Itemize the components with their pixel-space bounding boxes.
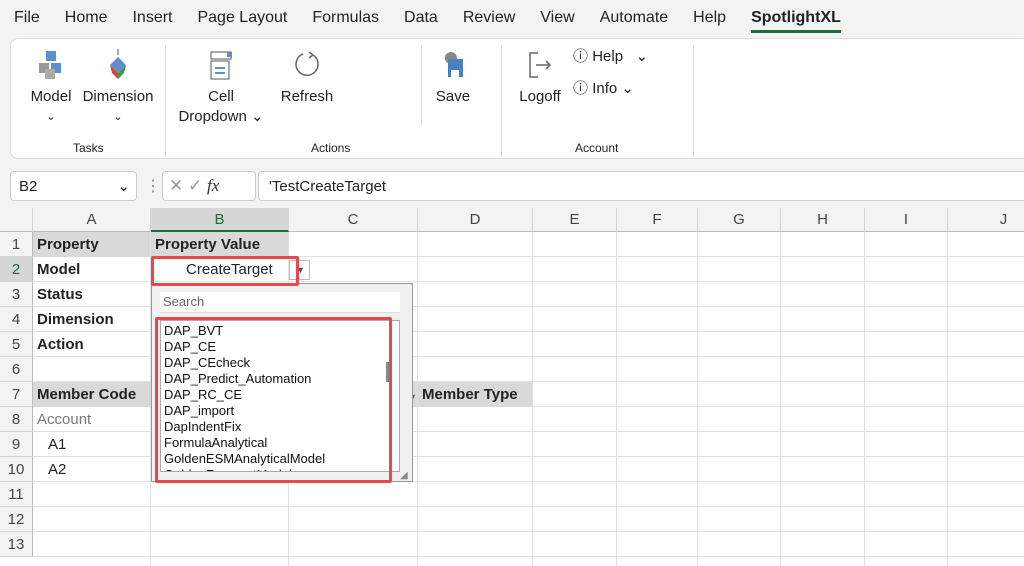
cell-A4[interactable]: Dimension: [33, 307, 150, 332]
chevron-down-icon[interactable]: ⌄: [117, 177, 130, 195]
dropdown-search-input[interactable]: Search: [160, 292, 400, 313]
tab-page-layout[interactable]: Page Layout: [197, 9, 287, 27]
column-header-G[interactable]: G: [698, 208, 781, 232]
cell-B1[interactable]: Property Value: [151, 232, 288, 257]
row-header-5[interactable]: 5: [0, 332, 33, 357]
row-header-9[interactable]: 9: [0, 432, 33, 457]
row-header-6[interactable]: 6: [0, 357, 33, 382]
column-header-F[interactable]: F: [617, 208, 698, 232]
row-header-13[interactable]: 13: [0, 532, 33, 557]
cell-dropdown-button[interactable]: Cell Dropdown ⌄: [175, 49, 267, 127]
cell-dropdown-icon: [210, 51, 232, 80]
cell-A8[interactable]: Account: [33, 407, 150, 432]
refresh-icon: [295, 51, 319, 76]
formula-input[interactable]: 'TestCreateTarget: [258, 171, 1024, 201]
name-box[interactable]: B2 ⌄: [10, 171, 137, 201]
cancel-icon[interactable]: ✕: [169, 176, 183, 195]
cell-A10[interactable]: A2: [33, 457, 150, 482]
row-header-4[interactable]: 4: [0, 307, 33, 332]
row-header-3[interactable]: 3: [0, 282, 33, 307]
column-header-H[interactable]: H: [781, 208, 865, 232]
logoff-icon: [529, 52, 552, 78]
tab-insert[interactable]: Insert: [132, 9, 172, 27]
column-header-A[interactable]: A: [33, 208, 151, 232]
row-header-10[interactable]: 10: [0, 457, 33, 482]
row-header-12[interactable]: 12: [0, 507, 33, 532]
tab-review[interactable]: Review: [463, 9, 515, 27]
formula-buttons: ✕ ✓ fx: [162, 171, 256, 201]
tab-file[interactable]: File: [14, 9, 40, 27]
tab-spotlightxl[interactable]: SpotlightXL: [751, 9, 841, 33]
info-icon: ⓘ: [573, 80, 589, 97]
actions-group-label: Actions: [311, 141, 351, 155]
tab-data[interactable]: Data: [404, 9, 438, 27]
column-header-D[interactable]: D: [418, 208, 533, 232]
tab-help[interactable]: Help: [693, 9, 726, 27]
cell-A9[interactable]: A1: [33, 432, 150, 457]
row-header-11[interactable]: 11: [0, 482, 33, 507]
highlight-box-list: [155, 317, 392, 483]
highlight-box-b2: [151, 256, 299, 286]
cell-A5[interactable]: Action: [33, 332, 150, 357]
account-group-label: Account: [575, 141, 619, 155]
cell-A1[interactable]: Property: [33, 232, 150, 257]
refresh-button[interactable]: Refresh: [277, 49, 337, 107]
cell-A3[interactable]: Status: [33, 282, 150, 307]
column-header-I[interactable]: I: [865, 208, 948, 232]
resize-grip-icon[interactable]: ◢: [400, 470, 410, 481]
column-header-J[interactable]: J: [948, 208, 1024, 232]
cloud-save-icon: [445, 52, 463, 77]
tab-automate[interactable]: Automate: [600, 9, 668, 27]
tab-home[interactable]: Home: [65, 9, 108, 27]
more-icon: ⋮: [145, 178, 161, 195]
row-header-1[interactable]: 1: [0, 232, 33, 257]
info-button[interactable]: ⓘ Info ⌄: [573, 79, 634, 99]
enter-icon[interactable]: ✓: [188, 176, 202, 195]
row-header-8[interactable]: 8: [0, 407, 33, 432]
column-header-B[interactable]: B: [151, 208, 289, 232]
save-button[interactable]: Save: [431, 49, 475, 107]
tasks-group-label: Tasks: [73, 141, 104, 155]
menu-bar: File Home Insert Page Layout Formulas Da…: [0, 0, 1024, 36]
row-header-7[interactable]: 7: [0, 382, 33, 407]
cell-D7[interactable]: Member Type: [418, 382, 532, 407]
cubes-icon: [39, 51, 61, 79]
logoff-button[interactable]: Logoff: [513, 49, 567, 107]
dimension-button[interactable]: Dimension ⌄: [81, 49, 155, 127]
column-header-E[interactable]: E: [533, 208, 617, 232]
row-header-2[interactable]: 2: [0, 257, 33, 282]
tab-formulas[interactable]: Formulas: [312, 9, 379, 27]
help-button[interactable]: ⓘ Help ⌄: [573, 47, 648, 67]
dimension-icon: [110, 49, 126, 79]
help-icon: ⓘ: [573, 48, 589, 65]
column-header-C[interactable]: C: [289, 208, 418, 232]
tab-view[interactable]: View: [540, 9, 574, 27]
cell-A2[interactable]: Model: [33, 257, 150, 282]
ribbon: Model ⌄ Dimension ⌄ Tasks Cell Dropdown ⌄ R…: [10, 38, 1024, 159]
model-button[interactable]: Model ⌄: [27, 49, 75, 127]
insert-function-icon[interactable]: fx: [207, 176, 219, 195]
